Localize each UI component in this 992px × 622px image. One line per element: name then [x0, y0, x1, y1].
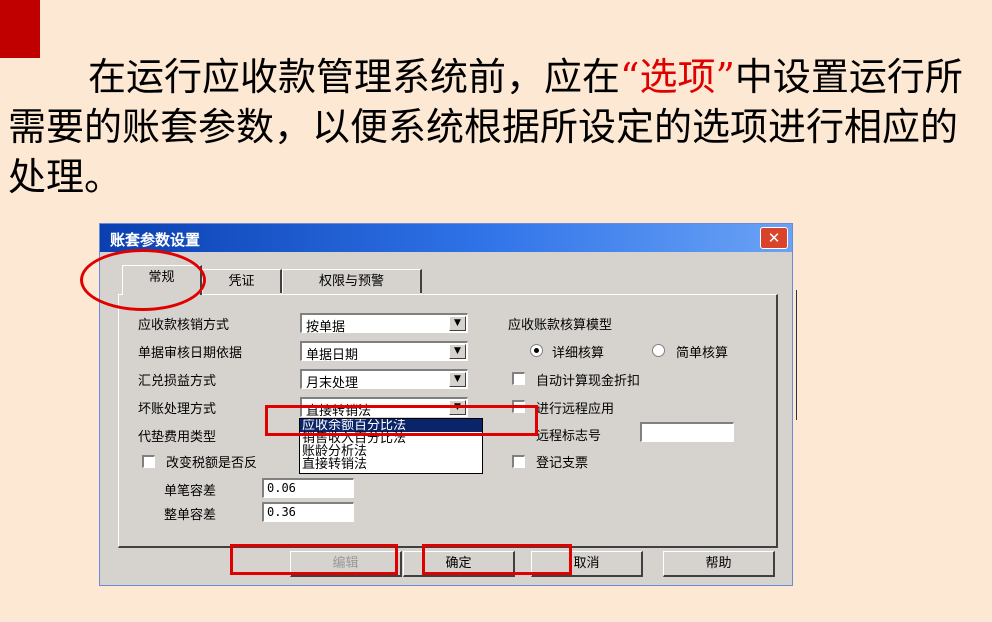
- para-text-before: 在运行应收款管理系统前，应在: [88, 55, 621, 99]
- chevron-down-icon[interactable]: ▼: [449, 344, 466, 359]
- tax-change-label: 改变税额是否反: [166, 456, 258, 471]
- help-button[interactable]: 帮助: [663, 551, 775, 577]
- approval-date-label: 单据审核日期依据: [138, 346, 243, 361]
- annotation-box-edit: [230, 544, 398, 575]
- approval-date-select[interactable]: 单据日期 ▼: [300, 341, 468, 363]
- dropdown-option[interactable]: 直接转销法: [300, 458, 482, 471]
- auto-discount-label: 自动计算现金折扣: [536, 374, 641, 389]
- annotation-box-ok: [422, 544, 572, 575]
- radio-simple-label: 简单核算: [676, 346, 729, 361]
- chevron-down-icon[interactable]: ▼: [449, 316, 466, 331]
- tab-voucher-label: 凭证: [228, 274, 255, 289]
- edge-line: [796, 290, 797, 420]
- writeoff-label: 应收款核销方式: [138, 318, 230, 333]
- auto-discount-checkbox[interactable]: [512, 372, 525, 385]
- tab-permissions-label: 权限与预警: [318, 274, 384, 289]
- fx-select[interactable]: 月末处理 ▼: [300, 369, 468, 391]
- fx-label: 汇兑损益方式: [138, 374, 217, 389]
- writeoff-select[interactable]: 按单据 ▼: [300, 313, 468, 335]
- title-bar[interactable]: 账套参数设置 ✕: [100, 224, 792, 252]
- baddebt-label: 坏账处理方式: [138, 402, 217, 417]
- dialog-title: 账套参数设置: [110, 231, 201, 249]
- remote-flag-label: 远程标志号: [536, 429, 602, 444]
- annotation-box-dropdown: [265, 405, 538, 436]
- writeoff-value: 按单据: [306, 320, 346, 335]
- help-button-label: 帮助: [705, 556, 732, 571]
- close-icon[interactable]: ✕: [760, 227, 788, 249]
- whole-tolerance-input[interactable]: 0.36: [262, 502, 354, 522]
- register-invoice-label: 登记支票: [536, 456, 589, 471]
- single-tolerance-label: 单笔容差: [164, 484, 217, 499]
- accent-square: [0, 0, 40, 58]
- tab-permissions[interactable]: 权限与预警: [282, 269, 422, 293]
- annotation-circle-general-tab: [80, 249, 206, 311]
- remote-app-label: 进行远程应用: [536, 402, 615, 417]
- whole-tolerance-label: 整单容差: [164, 508, 217, 523]
- fx-value: 月末处理: [306, 376, 359, 391]
- chevron-down-icon[interactable]: ▼: [449, 372, 466, 387]
- single-tolerance-input[interactable]: 0.06: [262, 478, 354, 498]
- radio-simple[interactable]: [652, 344, 665, 357]
- tab-voucher[interactable]: 凭证: [202, 269, 282, 293]
- radio-detail[interactable]: [530, 344, 543, 357]
- radio-detail-label: 详细核算: [552, 346, 605, 361]
- advance-label: 代垫费用类型: [138, 430, 217, 445]
- remote-flag-input[interactable]: [640, 422, 734, 442]
- tax-change-checkbox[interactable]: [142, 455, 155, 468]
- approval-date-value: 单据日期: [306, 348, 359, 363]
- intro-paragraph: 在运行应收款管理系统前，应在“选项”中设置运行所需要的账套参数，以便系统根据所设…: [8, 52, 983, 202]
- register-invoice-checkbox[interactable]: [512, 455, 525, 468]
- cancel-button-label: 取消: [573, 556, 600, 571]
- model-label: 应收账款核算模型: [508, 318, 613, 333]
- para-highlight: “选项”: [620, 55, 735, 99]
